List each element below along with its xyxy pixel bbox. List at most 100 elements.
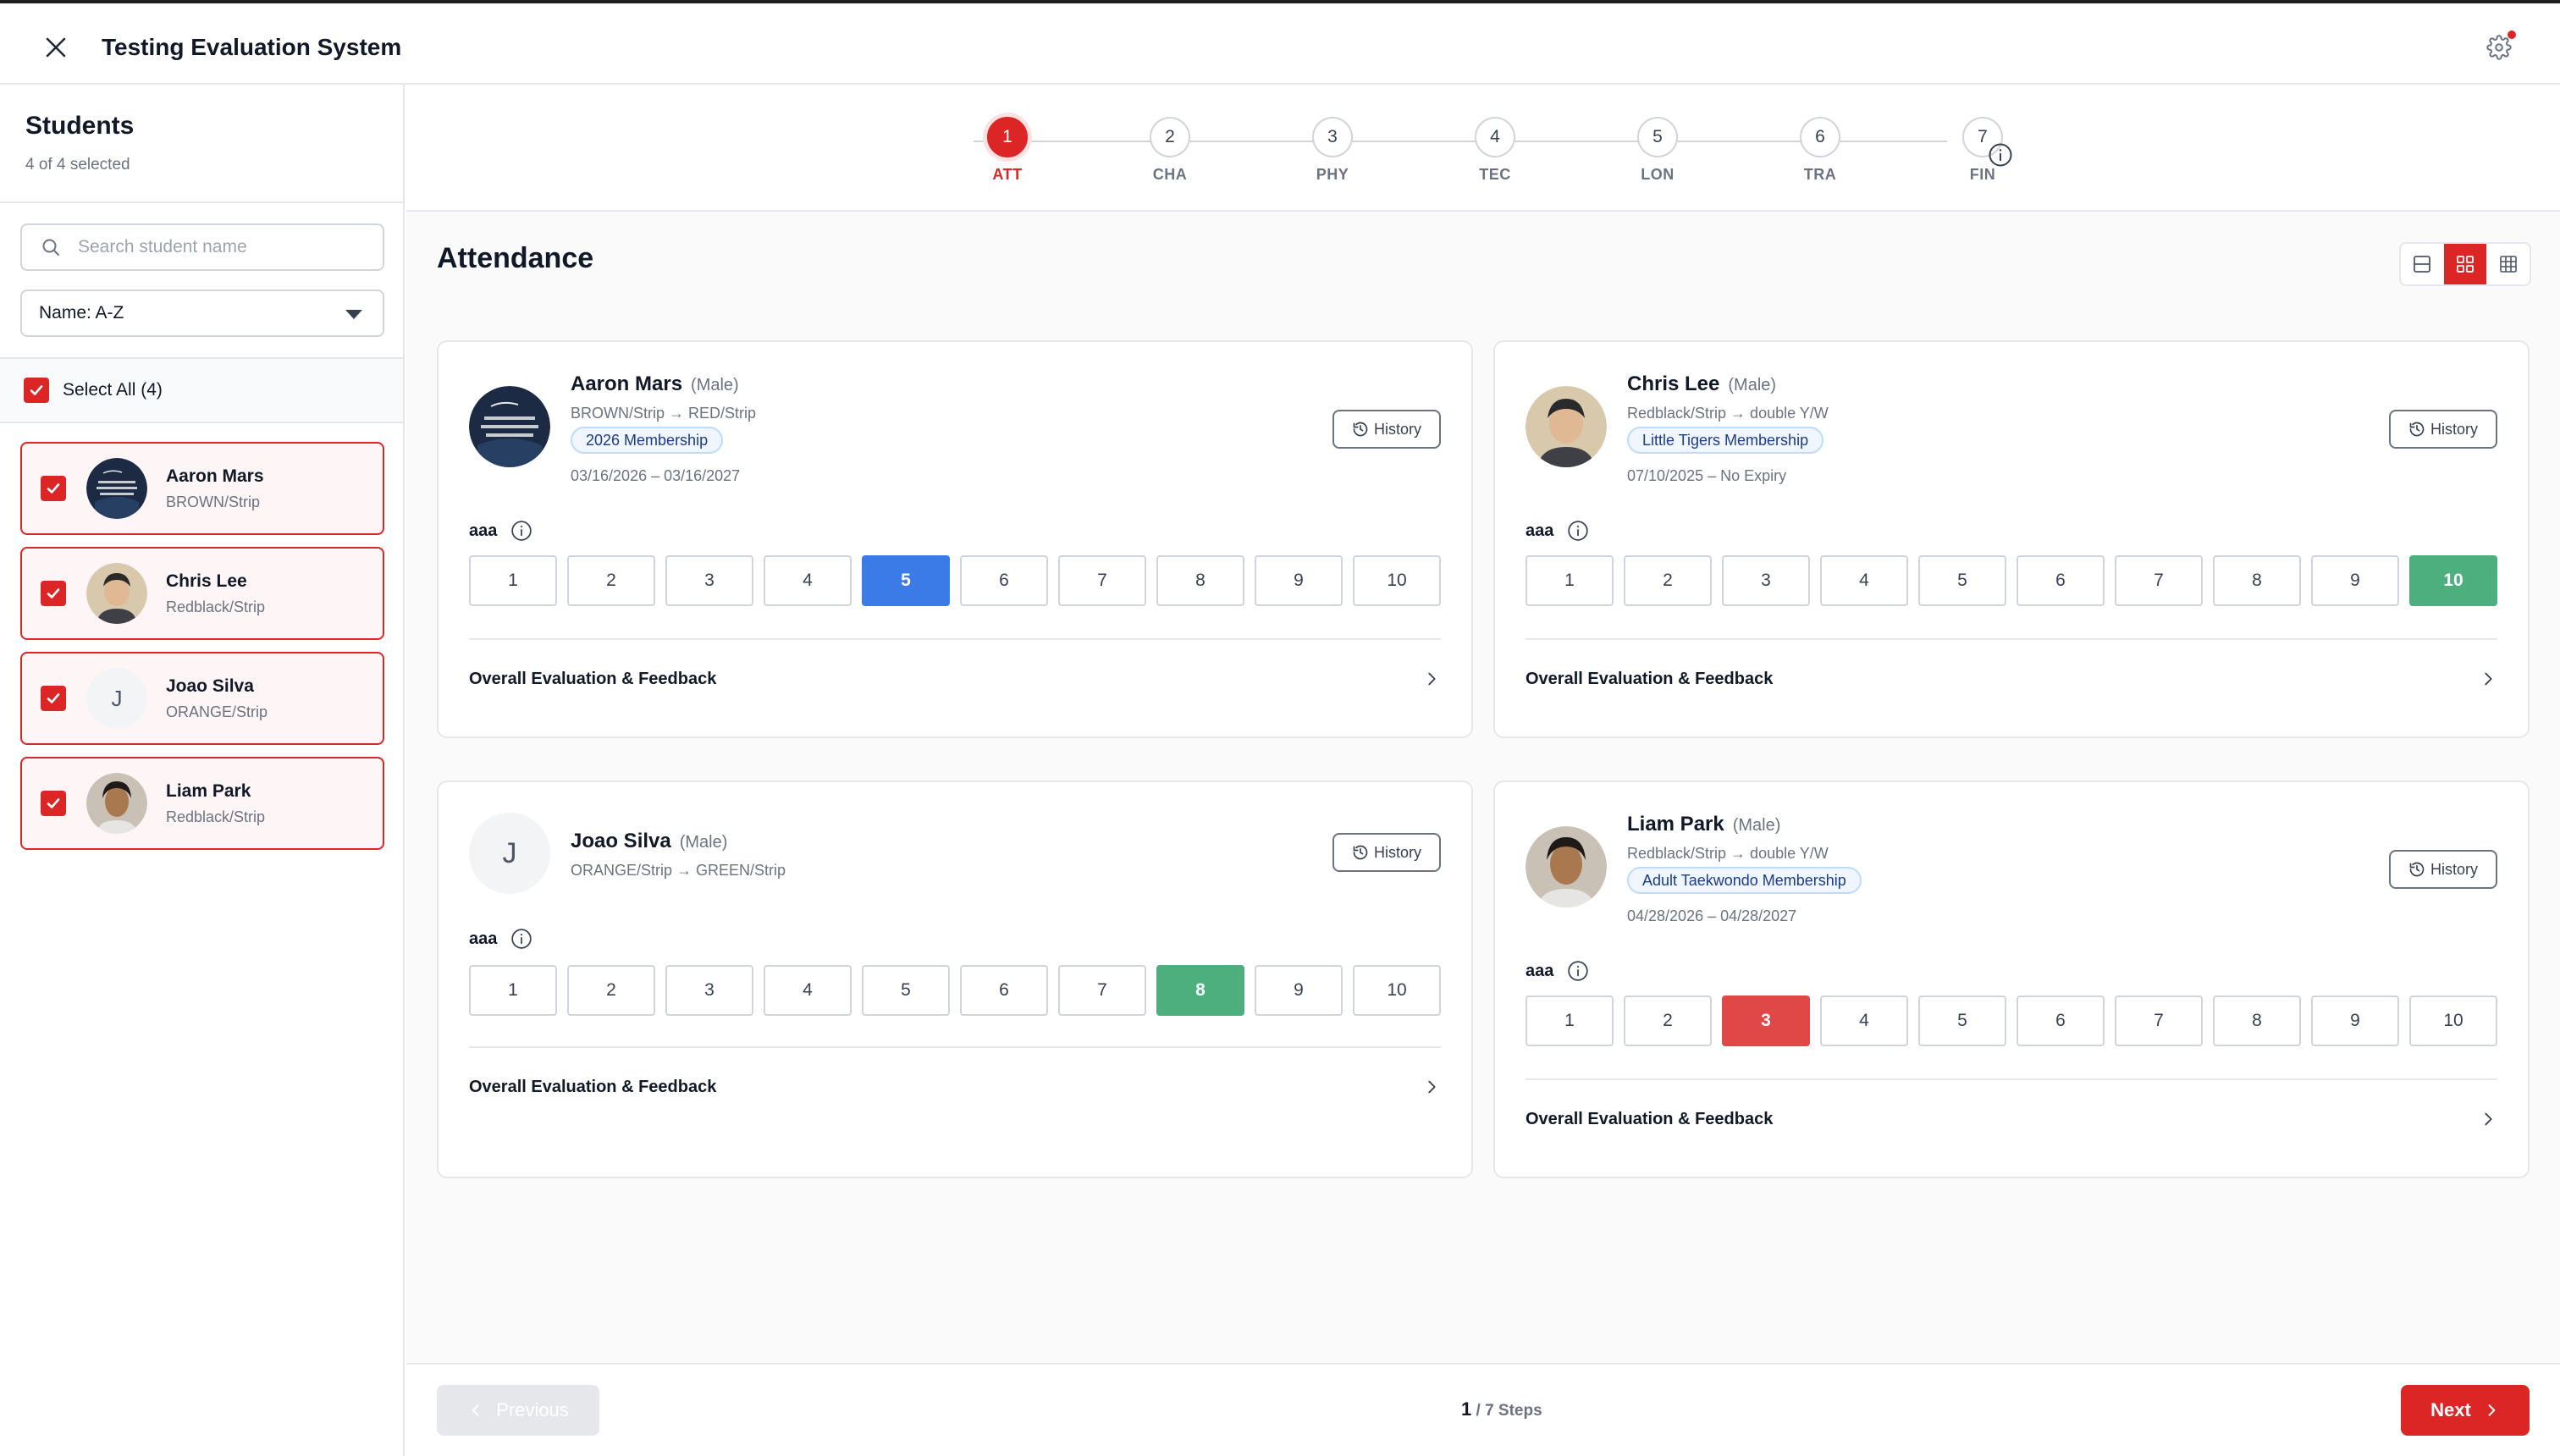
- previous-button[interactable]: Previous: [437, 1385, 599, 1436]
- info-icon[interactable]: [510, 520, 532, 542]
- info-icon[interactable]: [510, 928, 532, 950]
- next-button[interactable]: Next: [2401, 1385, 2530, 1436]
- portrait-avatar-image: [86, 563, 147, 624]
- score-option-9[interactable]: 9: [2311, 995, 2399, 1046]
- score-option-7[interactable]: 7: [2115, 555, 2203, 606]
- step-5[interactable]: 5 LON: [1624, 117, 1691, 184]
- step-4[interactable]: 4 TEC: [1461, 117, 1529, 184]
- criterion-label: aaa: [469, 928, 532, 950]
- select-all-row[interactable]: Select All (4): [0, 359, 403, 423]
- table-view-button[interactable]: [2486, 244, 2530, 284]
- score-option-6[interactable]: 6: [960, 965, 1048, 1016]
- avatar: [1526, 826, 1607, 907]
- overall-feedback-row[interactable]: Overall Evaluation & Feedback: [469, 662, 1441, 696]
- student-card-chris-lee: Chris Lee (Male) Redblack/Strip → double …: [1493, 340, 2530, 738]
- student-name: Aaron Mars: [166, 466, 264, 486]
- check-icon: [47, 588, 60, 598]
- score-option-7[interactable]: 7: [1058, 965, 1146, 1016]
- score-option-4[interactable]: 4: [764, 965, 852, 1016]
- step-indicator: 1 / 7 Steps: [1461, 1398, 1542, 1420]
- student-checkbox[interactable]: [41, 686, 66, 711]
- step-progress: 1 ATT 2 CHA 3 PHY 4 TEC 5 LON 6 TRA 7 FI…: [406, 85, 2560, 212]
- score-option-10[interactable]: 10: [2409, 995, 2497, 1046]
- sort-select[interactable]: Name: A-Z: [20, 290, 384, 337]
- step-1[interactable]: 1 ATT: [974, 117, 1041, 184]
- score-option-8[interactable]: 8: [1156, 555, 1244, 606]
- card-belt-change: BROWN/Strip → RED/Strip: [571, 405, 757, 422]
- score-option-9[interactable]: 9: [1255, 555, 1343, 606]
- overall-feedback-row[interactable]: Overall Evaluation & Feedback: [1526, 662, 2497, 696]
- history-button[interactable]: History: [2389, 850, 2497, 889]
- list-view-button[interactable]: [2401, 244, 2444, 284]
- score-option-9[interactable]: 9: [1255, 965, 1343, 1016]
- score-option-2[interactable]: 2: [1624, 555, 1712, 606]
- card-student-name: Joao Silva (Male): [571, 830, 728, 852]
- score-option-8[interactable]: 8: [2213, 995, 2301, 1046]
- step-6[interactable]: 6 TRA: [1786, 117, 1854, 184]
- score-option-8[interactable]: 8: [2213, 555, 2301, 606]
- membership-badge: 2026 Membership: [571, 427, 724, 454]
- student-checkbox[interactable]: [41, 791, 66, 816]
- score-option-2[interactable]: 2: [567, 965, 655, 1016]
- score-option-5[interactable]: 5: [862, 555, 950, 606]
- membership-badge: Little Tigers Membership: [1627, 427, 1824, 454]
- close-button[interactable]: [37, 29, 74, 66]
- score-option-1[interactable]: 1: [1526, 555, 1614, 606]
- score-option-3[interactable]: 3: [1722, 555, 1810, 606]
- score-option-10[interactable]: 10: [1353, 965, 1441, 1016]
- score-option-5[interactable]: 5: [1918, 555, 2006, 606]
- student-item-chris-lee[interactable]: Chris Lee Redblack/Strip: [20, 547, 384, 640]
- score-option-3[interactable]: 3: [1722, 995, 1810, 1046]
- info-icon[interactable]: [1567, 960, 1589, 982]
- score-option-7[interactable]: 7: [1058, 555, 1146, 606]
- select-all-checkbox[interactable]: [24, 378, 49, 403]
- grid-view-button[interactable]: [2443, 244, 2487, 284]
- student-checkbox[interactable]: [41, 581, 66, 606]
- info-icon[interactable]: [1988, 142, 2013, 168]
- score-option-6[interactable]: 6: [2017, 995, 2105, 1046]
- score-option-1[interactable]: 1: [1526, 995, 1614, 1046]
- score-option-7[interactable]: 7: [2115, 995, 2203, 1046]
- score-option-10[interactable]: 10: [1353, 555, 1441, 606]
- student-name: Joao Silva: [166, 676, 254, 696]
- score-option-4[interactable]: 4: [764, 555, 852, 606]
- card-gender: (Male): [1728, 376, 1777, 394]
- list-view-icon: [2414, 256, 2431, 273]
- portrait-avatar-image: [1526, 826, 1607, 907]
- score-option-1[interactable]: 1: [469, 965, 557, 1016]
- settings-button[interactable]: [2480, 29, 2518, 66]
- score-option-8[interactable]: 8: [1156, 965, 1244, 1016]
- score-option-10[interactable]: 10: [2409, 555, 2497, 606]
- score-option-6[interactable]: 6: [2017, 555, 2105, 606]
- overall-feedback-row[interactable]: Overall Evaluation & Feedback: [1526, 1102, 2497, 1136]
- card-gender: (Male): [679, 833, 728, 852]
- score-option-9[interactable]: 9: [2311, 555, 2399, 606]
- history-button[interactable]: History: [1332, 833, 1441, 872]
- search-field[interactable]: [20, 223, 384, 271]
- student-checkbox[interactable]: [41, 476, 66, 501]
- step-2[interactable]: 2 CHA: [1136, 117, 1204, 184]
- step-3[interactable]: 3 PHY: [1299, 117, 1366, 184]
- history-button[interactable]: History: [1332, 410, 1441, 449]
- score-option-4[interactable]: 4: [1820, 555, 1908, 606]
- info-icon[interactable]: [1567, 520, 1589, 542]
- score-option-4[interactable]: 4: [1820, 995, 1908, 1046]
- history-button[interactable]: History: [2389, 410, 2497, 449]
- divider: [469, 638, 1441, 640]
- score-option-6[interactable]: 6: [960, 555, 1048, 606]
- student-item-joao-silva[interactable]: J Joao Silva ORANGE/Strip: [20, 652, 384, 745]
- portrait-avatar-image: [1526, 386, 1607, 467]
- search-input[interactable]: [78, 237, 366, 257]
- score-option-2[interactable]: 2: [1624, 995, 1712, 1046]
- student-item-aaron-mars[interactable]: Aaron Mars BROWN/Strip: [20, 442, 384, 535]
- avatar-initial: J: [86, 668, 147, 729]
- score-option-3[interactable]: 3: [665, 965, 753, 1016]
- avatar: [86, 773, 147, 834]
- score-option-1[interactable]: 1: [469, 555, 557, 606]
- student-item-liam-park[interactable]: Liam Park Redblack/Strip: [20, 757, 384, 850]
- score-option-5[interactable]: 5: [862, 965, 950, 1016]
- score-option-3[interactable]: 3: [665, 555, 753, 606]
- overall-feedback-row[interactable]: Overall Evaluation & Feedback: [469, 1070, 1441, 1104]
- score-option-2[interactable]: 2: [567, 555, 655, 606]
- score-option-5[interactable]: 5: [1918, 995, 2006, 1046]
